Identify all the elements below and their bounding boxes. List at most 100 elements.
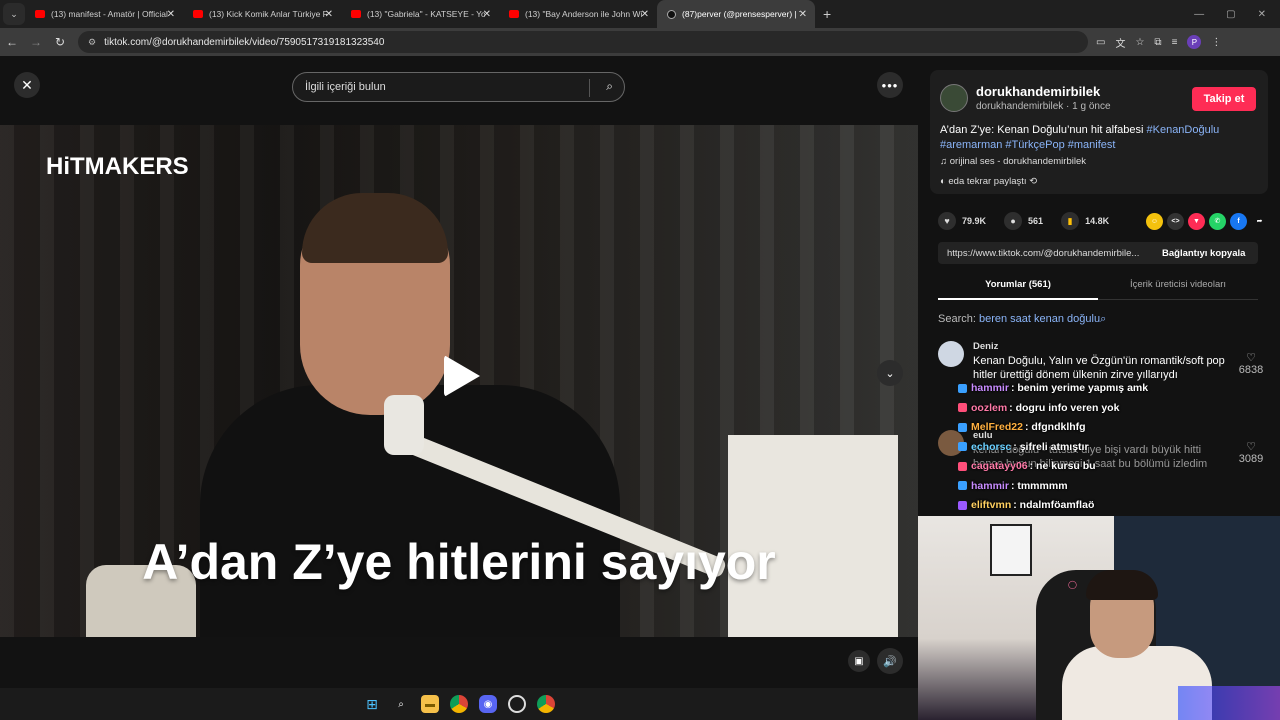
comment-like-count: 3089 xyxy=(1238,453,1264,465)
close-window-icon[interactable]: ✕ xyxy=(1258,9,1266,20)
like-count: 79.9K xyxy=(962,216,987,226)
send-icon[interactable]: ▼ xyxy=(1188,212,1205,230)
chat-text: : tmmmmm xyxy=(1010,479,1068,492)
extensions-icon[interactable]: ⧉ xyxy=(1154,37,1161,48)
chrome-icon[interactable] xyxy=(537,695,555,713)
commenter-name[interactable]: Deniz xyxy=(973,341,998,352)
cast-icon[interactable]: ▭ xyxy=(1096,37,1105,48)
author-avatar[interactable] xyxy=(940,84,968,112)
search-term[interactable]: beren saat kenan doğulu xyxy=(979,313,1100,325)
forward-icon[interactable]: → xyxy=(24,35,48,49)
chat-badge-icon xyxy=(958,500,967,510)
search-icon[interactable]: ⌕ xyxy=(392,695,410,713)
browser-tab-active[interactable]: (87)perver (@prensesperver) | T ✕ xyxy=(657,0,815,28)
description-text: A’dan Z’ye: Kenan Doğulu’nun hit alfabes… xyxy=(940,124,1147,136)
bookmark-icon: ▮ xyxy=(1061,212,1080,230)
related-search-input[interactable]: İlgili içeriği bulun ⌕ xyxy=(292,72,625,102)
tab-title: (13) "Gabriela" - KATSEYE - You xyxy=(367,9,485,19)
tab-title: (87)perver (@prensesperver) | T xyxy=(682,9,800,19)
chat-message: hammir: benim yerime yapmış amk xyxy=(958,382,1238,402)
comment-search-suggestion[interactable]: Search: beren saat kenan doğulu⌕ xyxy=(938,313,1106,326)
chat-username: MelFred22 xyxy=(971,421,1023,433)
chat-username: hammir xyxy=(971,479,1009,492)
tab-title: (13) "Bay Anderson ile John Wi xyxy=(525,9,643,19)
url-field[interactable]: ⚙ tiktok.com/@dorukhandemirbilek/video/7… xyxy=(78,31,1088,53)
search-icon[interactable]: ⌕ xyxy=(606,79,613,94)
close-tab-icon[interactable]: ✕ xyxy=(167,9,175,20)
tab-search-menu[interactable]: ⌄ xyxy=(3,3,25,25)
play-icon[interactable] xyxy=(444,355,480,397)
chat-text: : şifreli atmıştır xyxy=(1013,440,1089,453)
close-tab-icon[interactable]: ✕ xyxy=(483,9,491,20)
browser-tab[interactable]: (13) "Bay Anderson ile John Wi ✕ xyxy=(499,0,657,28)
comment-button[interactable]: ● 561 xyxy=(1004,212,1043,230)
scene-microphone xyxy=(384,395,424,455)
bookmark-star-icon[interactable]: ☆ xyxy=(1135,37,1144,48)
commenter-avatar[interactable] xyxy=(938,341,964,367)
emoji-share-icon[interactable]: ☺ xyxy=(1146,212,1163,230)
profile-avatar[interactable]: P xyxy=(1187,35,1202,49)
share-arrow-icon[interactable]: ➦ xyxy=(1251,213,1268,230)
tab-creator-videos[interactable]: İçerik üreticisi videoları xyxy=(1098,276,1258,300)
close-video-button[interactable]: ✕ xyxy=(14,72,40,98)
picture-in-picture-button[interactable]: ▣ xyxy=(848,650,870,672)
chat-text: : ndalmföamflaö xyxy=(1013,499,1095,511)
panel-tabs: Yorumlar (561) İçerik üreticisi videolar… xyxy=(938,276,1258,300)
close-tab-icon[interactable]: ✕ xyxy=(641,9,649,20)
chrome-icon[interactable] xyxy=(450,695,468,713)
youtube-icon xyxy=(35,10,45,18)
chat-text: : dfgndklhfg xyxy=(1024,421,1086,433)
author-subline: dorukhandemirbilek · 1 g önce xyxy=(976,101,1111,112)
os-taskbar: ⊞ ⌕ ▬ ◉ xyxy=(0,688,918,720)
close-icon: ✕ xyxy=(21,76,33,93)
next-video-button[interactable]: ⌄ xyxy=(877,360,903,386)
tab-comments[interactable]: Yorumlar (561) xyxy=(938,276,1098,300)
chat-username: cagatayy06 xyxy=(971,460,1028,472)
windows-start-icon[interactable]: ⊞ xyxy=(363,695,381,713)
embed-icon[interactable]: <> xyxy=(1167,212,1184,230)
save-button[interactable]: ▮ 14.8K xyxy=(1061,212,1109,230)
site-info-icon[interactable]: ⚙ xyxy=(88,37,96,48)
repost-icon: ⟲ xyxy=(1026,176,1038,187)
browser-tab[interactable]: (13) "Gabriela" - KATSEYE - You ✕ xyxy=(341,0,499,28)
volume-button[interactable]: 🔊 xyxy=(877,648,903,674)
translate-icon[interactable]: 文 xyxy=(1115,35,1125,50)
minimize-icon[interactable]: — xyxy=(1194,9,1204,20)
repost-info: ◐ eda tekrar paylaştı ⟲ xyxy=(940,176,1037,187)
like-button[interactable]: ♥ 79.9K xyxy=(938,212,986,230)
obs-icon[interactable] xyxy=(508,695,526,713)
close-tab-icon[interactable]: ✕ xyxy=(325,9,333,20)
file-explorer-icon[interactable]: ▬ xyxy=(421,695,439,713)
follow-button[interactable]: Takip et xyxy=(1192,87,1256,111)
share-link-field[interactable]: https://www.tiktok.com/@dorukhandemirbil… xyxy=(938,248,1152,259)
author-username[interactable]: dorukhandemirbilek xyxy=(976,84,1100,99)
music-link[interactable]: ♫ orijinal ses - dorukhandemirbilek xyxy=(940,156,1086,167)
chat-message: MelFred22: dfgndklhfg xyxy=(958,421,1238,441)
maximize-icon[interactable]: ▢ xyxy=(1226,9,1235,20)
comment-like-button[interactable]: ♡ 6838 xyxy=(1236,351,1266,376)
video-frame[interactable]: HiTMAKERS A’dan Z’ye hitlerini sayıyor xyxy=(0,125,918,637)
chat-badge-icon xyxy=(958,403,967,413)
chat-message: cagatayy06: ne kursu bu xyxy=(958,460,1238,480)
youtube-icon xyxy=(509,10,519,18)
chat-text: : ne kursu bu xyxy=(1029,460,1096,472)
browser-tab[interactable]: (13) manifest - Amatör | Official ✕ xyxy=(25,0,183,28)
more-options-button[interactable]: ••• xyxy=(877,72,903,98)
discord-icon[interactable]: ◉ xyxy=(479,695,497,713)
new-tab-button[interactable]: + xyxy=(823,6,831,22)
search-prefix: Search: xyxy=(938,313,979,325)
comment-like-button[interactable]: ♡ 3089 xyxy=(1236,440,1266,465)
menu-kebab-icon[interactable]: ⋮ xyxy=(1211,37,1221,48)
chat-badge-icon xyxy=(958,442,967,452)
reading-list-icon[interactable]: ≡ xyxy=(1172,37,1178,48)
search-placeholder: İlgili içeriği bulun xyxy=(305,81,386,93)
reload-icon[interactable]: ↻ xyxy=(48,35,72,49)
browser-tab[interactable]: (13) Kick Komik Anlar Türkiye R ✕ xyxy=(183,0,341,28)
close-tab-icon[interactable]: ✕ xyxy=(799,9,807,20)
facebook-icon[interactable]: f xyxy=(1230,212,1247,230)
comment-count: 561 xyxy=(1028,216,1044,226)
whatsapp-icon[interactable]: ✆ xyxy=(1209,212,1226,230)
stream-chat-overlay: hammir: benim yerime yapmış amk oozlem: … xyxy=(958,382,1238,519)
back-icon[interactable]: ← xyxy=(0,35,24,49)
copy-link-button[interactable]: Bağlantıyı kopyala xyxy=(1152,248,1245,259)
